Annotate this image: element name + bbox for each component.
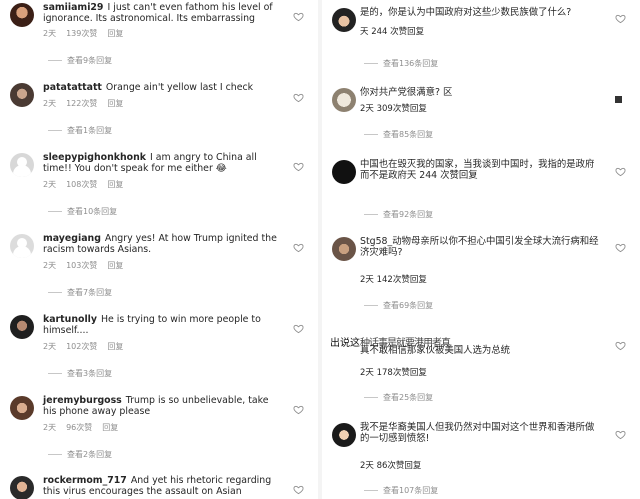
likes-count[interactable]: 122次赞 [66, 99, 97, 108]
view-replies-link[interactable]: 查看69条回复 [364, 300, 433, 311]
username[interactable]: samiiami29 [43, 2, 103, 13]
likes-count[interactable]: 96次赞 [66, 423, 92, 432]
avatar[interactable] [10, 476, 34, 499]
avatar[interactable] [10, 153, 34, 177]
avatar[interactable] [332, 8, 356, 32]
comment-meta: 2天 142次赞回复 [360, 275, 427, 285]
username[interactable]: rockermom_717 [43, 475, 127, 486]
heart-icon[interactable] [615, 13, 626, 24]
comment-meta: 2天 96次赞 回复 [43, 423, 119, 432]
comment-meta: 天 244 次赞回复 [360, 27, 425, 37]
comment-text: 你对共产党很满意? 区 [360, 87, 453, 98]
username[interactable]: sleepypighonkhonk [43, 152, 146, 163]
comment-text: Stg58_动物母亲所以你不担心中国引发全球大流行病和经济灾难吗? [360, 236, 599, 259]
view-replies-link[interactable]: 查看3条回复 [48, 368, 112, 379]
username[interactable]: mayegiang [43, 233, 101, 244]
heart-icon[interactable] [615, 340, 626, 351]
square-icon[interactable] [615, 96, 622, 103]
view-replies-link[interactable]: 查看136条回复 [364, 58, 438, 69]
comment-text: 真不敢相信那家伙被美国人选为总统 [360, 345, 511, 356]
right-comment-panel: 是的，你是认为中国政府对这些少数民族做了什么? 天 244 次赞回复 查看136… [322, 0, 640, 499]
username[interactable]: kartunolly [43, 314, 97, 325]
username[interactable]: patatattatt [43, 82, 102, 93]
reply-button[interactable]: 回复 [107, 261, 123, 270]
reply-button[interactable]: 回复 [102, 423, 118, 432]
view-replies-link[interactable]: 查看107条回复 [364, 485, 438, 496]
heart-icon[interactable] [293, 242, 304, 253]
view-replies-link[interactable]: 查看92条回复 [364, 209, 433, 220]
view-replies-link[interactable]: 查看25条回复 [364, 392, 433, 403]
heart-icon[interactable] [615, 429, 626, 440]
heart-icon[interactable] [293, 404, 304, 415]
avatar[interactable] [332, 423, 356, 447]
view-replies-link[interactable]: 查看2条回复 [48, 449, 112, 460]
view-replies-link[interactable]: 查看10条回复 [48, 206, 117, 217]
avatar[interactable] [10, 3, 34, 27]
likes-count[interactable]: 139次赞 [66, 29, 97, 38]
heart-icon[interactable] [293, 323, 304, 334]
comment-meta: 2天 309次赞回复 [360, 104, 427, 114]
view-replies-link[interactable]: 查看7条回复 [48, 287, 112, 298]
comment-meta: 2天 178次赞回复 [360, 368, 427, 378]
reply-button[interactable]: 回复 [107, 180, 123, 189]
comment-text: 中国也在毁灭我的国家，当我谈到中国时，我指的是政府而不是政府天 244 次赞回复 [360, 159, 595, 182]
comment-text: 是的，你是认为中国政府对这些少数民族做了什么? [360, 7, 572, 18]
comment-meta: 2天 102次赞 回复 [43, 342, 124, 351]
comment-meta: 2天 86次赞回复 [360, 461, 422, 471]
heart-icon[interactable] [615, 242, 626, 253]
comment-text: Orange ain't yellow last I check [105, 82, 254, 93]
comment-meta: 2天 139次赞 回复 [43, 29, 124, 38]
comment-meta: 2天 103次赞 回复 [43, 261, 124, 270]
avatar[interactable] [10, 315, 34, 339]
heart-icon[interactable] [293, 484, 304, 495]
likes-count[interactable]: 103次赞 [66, 261, 97, 270]
comment-text: 我不是华裔美国人但我仍然对中国对这个世界和香港所做的一切感到愤怒! [360, 422, 595, 445]
avatar[interactable] [332, 88, 356, 112]
comment-meta: 2天 108次赞 回复 [43, 180, 124, 189]
view-replies-link[interactable]: 查看85条回复 [364, 129, 433, 140]
reply-button[interactable]: 回复 [107, 29, 123, 38]
reply-button[interactable]: 回复 [107, 342, 123, 351]
view-replies-link[interactable]: 查看9条回复 [48, 55, 112, 66]
reply-button[interactable]: 回复 [107, 99, 123, 108]
heart-icon[interactable] [615, 166, 626, 177]
left-comment-panel: samiiami29 I just can't even fathom his l… [0, 0, 318, 499]
avatar[interactable] [10, 234, 34, 258]
avatar[interactable] [332, 160, 356, 184]
heart-icon[interactable] [293, 11, 304, 22]
avatar[interactable] [332, 237, 356, 261]
avatar[interactable] [10, 396, 34, 420]
heart-icon[interactable] [293, 92, 304, 103]
view-replies-link[interactable]: 查看1条回复 [48, 125, 112, 136]
avatar[interactable] [10, 83, 34, 107]
username[interactable]: jeremyburgoss [43, 395, 122, 406]
likes-count[interactable]: 102次赞 [66, 342, 97, 351]
likes-count[interactable]: 108次赞 [66, 180, 97, 189]
comment-meta: 2天 122次赞 回复 [43, 99, 124, 108]
heart-icon[interactable] [293, 161, 304, 172]
